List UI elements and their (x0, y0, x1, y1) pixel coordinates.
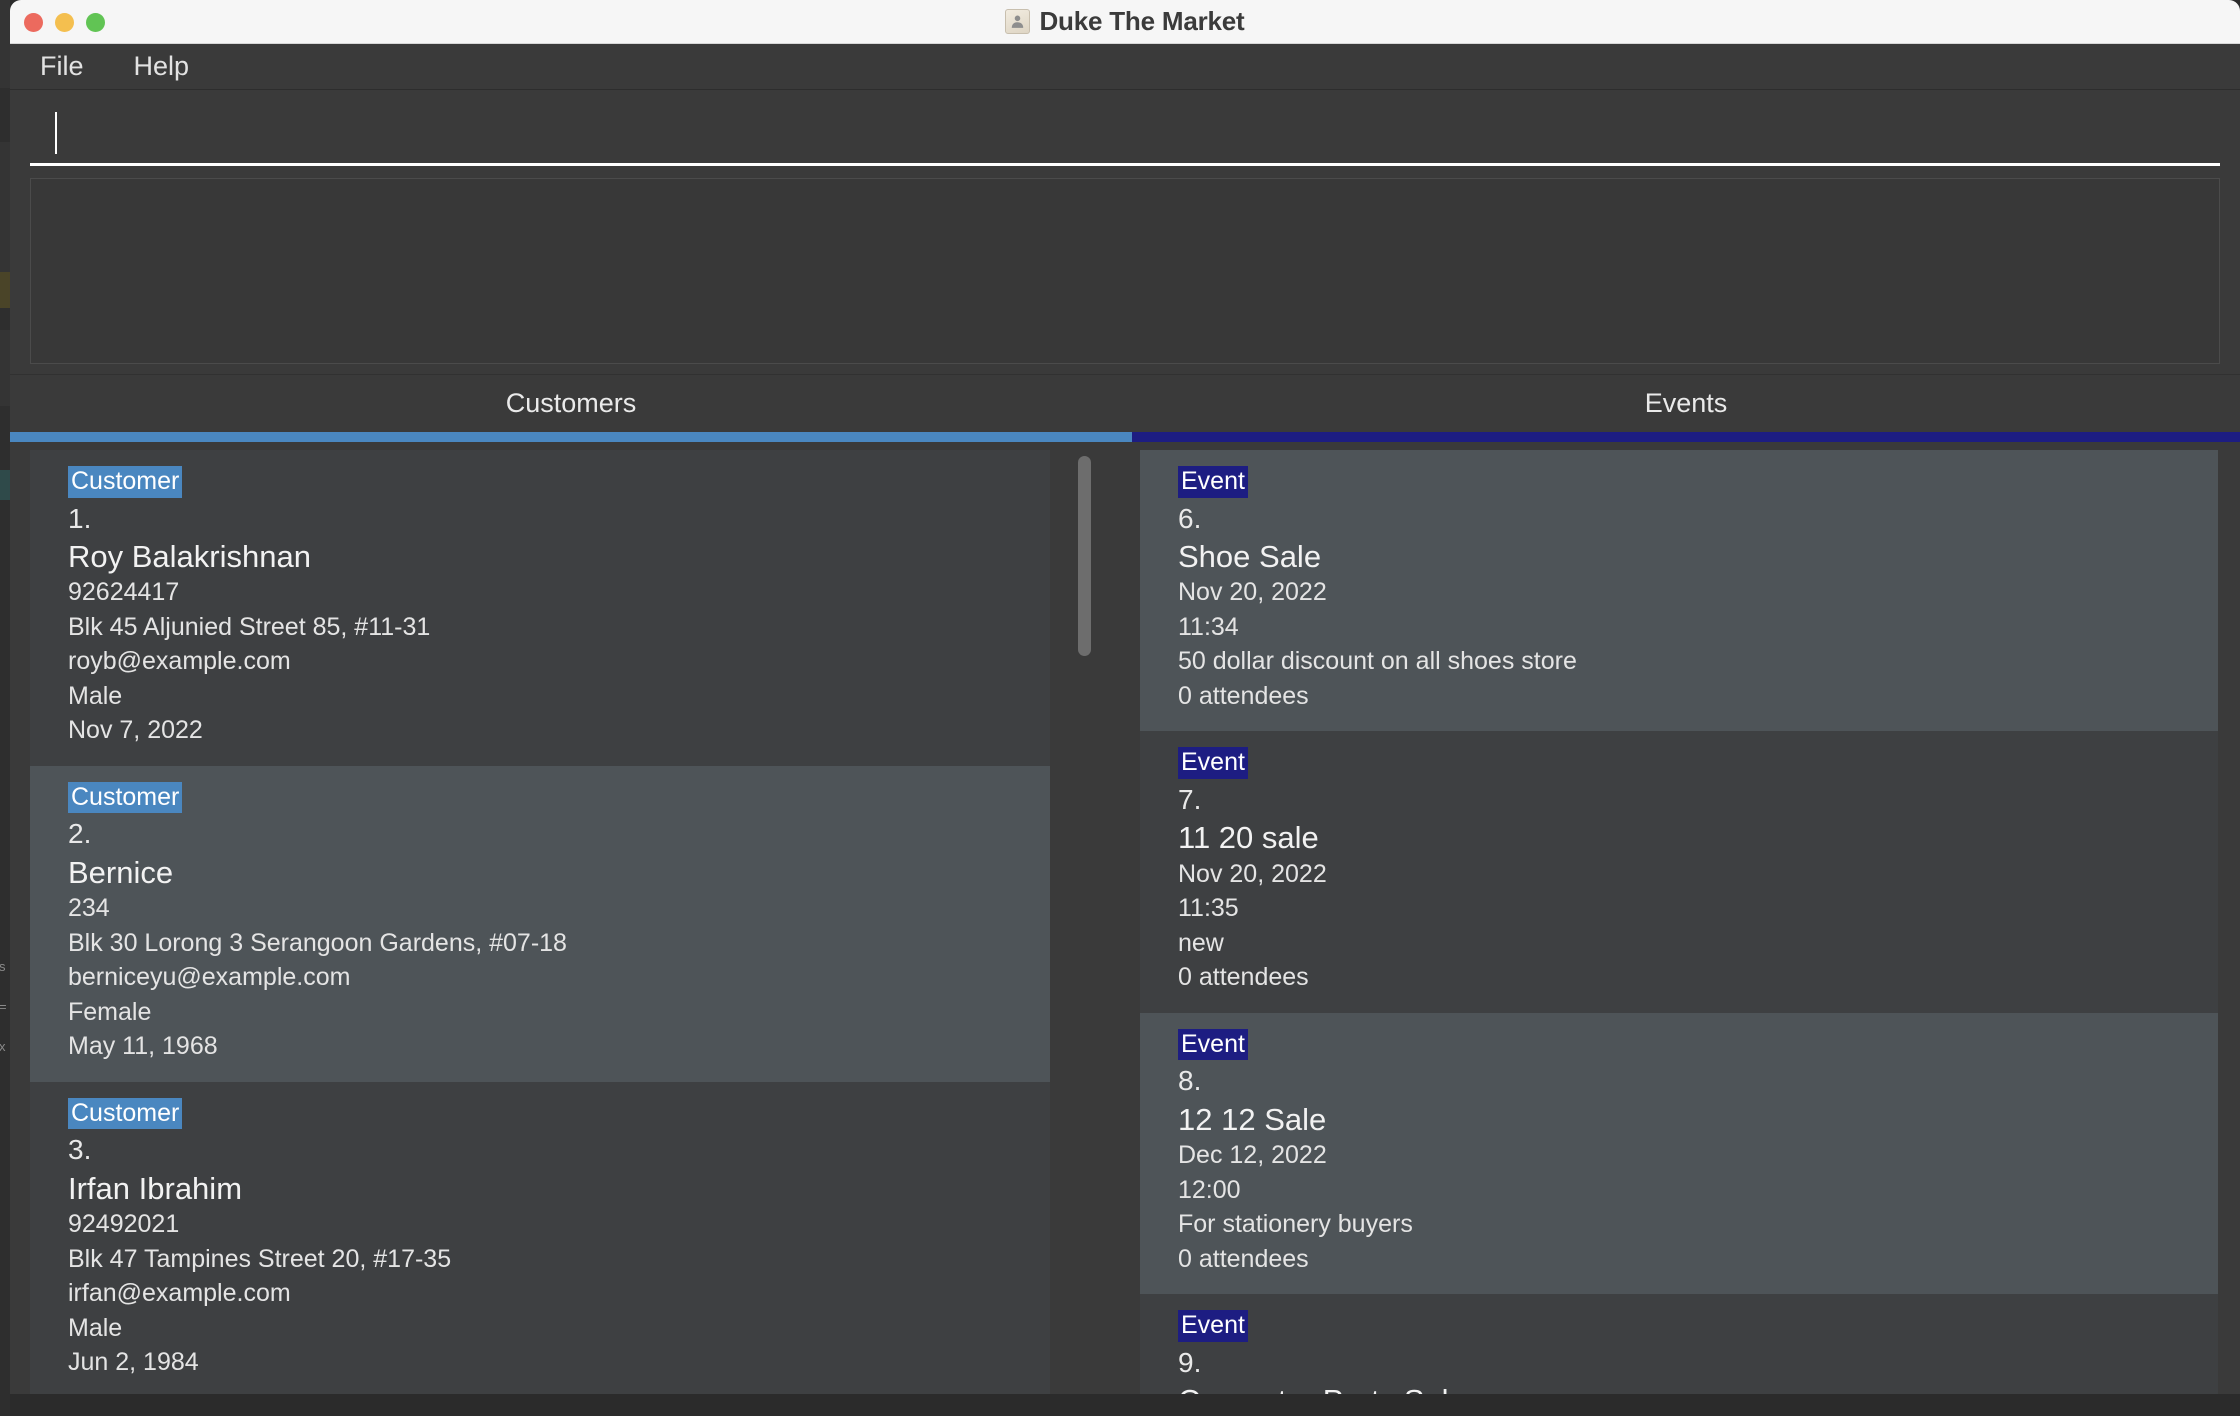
command-input-zone (10, 90, 2240, 166)
menu-bar: File Help (10, 44, 2240, 90)
event-index: 6. (1178, 502, 2218, 536)
customer-card[interactable]: Customer 1.Roy Balakrishnan92624417Blk 45… (30, 450, 1050, 766)
event-attendees: 0 attendees (1178, 1242, 2218, 1277)
traffic-light-buttons[interactable] (24, 0, 105, 44)
event-list[interactable]: Event6.Shoe SaleNov 20, 202211:3450 doll… (1122, 450, 2240, 1394)
event-attendees: 0 attendees (1178, 960, 2218, 995)
customer-phone: 92492021 (68, 1207, 1050, 1242)
window-title: Duke The Market (1039, 6, 1244, 37)
event-tag: Event (1178, 466, 1248, 498)
customer-gender: Male (68, 1311, 1050, 1346)
customer-address: Blk 30 Lorong 3 Serangoon Gardens, #07-1… (68, 926, 1050, 961)
customer-phone: 92624417 (68, 575, 1050, 610)
customer-date: May 11, 1968 (68, 1029, 1050, 1064)
customer-name: Roy Balakrishnan (68, 538, 1050, 576)
customer-list-scrollbar[interactable] (1074, 450, 1094, 1394)
tab-underline-events (1132, 432, 2240, 442)
customer-date: Jun 2, 1984 (68, 1345, 1050, 1380)
maximize-button[interactable] (86, 13, 105, 32)
menu-item-file[interactable]: File (28, 51, 96, 82)
tab-events[interactable]: Events (1132, 375, 2240, 432)
customer-tag: Customer (68, 466, 182, 498)
menu-item-help[interactable]: Help (122, 51, 202, 82)
customer-tag: Customer (68, 782, 182, 814)
customer-email: royb@example.com (68, 644, 1050, 679)
event-time: 12:00 (1178, 1173, 2218, 1208)
event-card[interactable]: Event 6.Shoe SaleNov 20, 202211:3450 doll… (1140, 450, 2218, 731)
customer-list[interactable]: Customer 1.Roy Balakrishnan92624417Blk 45… (10, 450, 1120, 1394)
content-area: Customer 1.Roy Balakrishnan92624417Blk 45… (10, 442, 2240, 1394)
app-window: Duke The Market File Help Customers Even… (10, 0, 2240, 1416)
text-caret (55, 112, 57, 154)
result-display-zone (10, 166, 2240, 374)
event-description: new (1178, 926, 2218, 961)
contact-card-icon (1005, 9, 1030, 34)
title-bar-center: Duke The Market (10, 6, 2240, 37)
event-index: 9. (1178, 1346, 2218, 1380)
minimize-button[interactable] (55, 13, 74, 32)
customer-list-scrollbar-thumb[interactable] (1078, 456, 1091, 656)
event-tag: Event (1178, 1029, 1248, 1061)
event-date: Dec 12, 2022 (1178, 1138, 2218, 1173)
event-date: Nov 20, 2022 (1178, 857, 2218, 892)
event-name: Computer Parts Sale (1178, 1382, 2218, 1394)
event-time: 11:34 (1178, 610, 2218, 645)
customer-name: Irfan Ibrahim (68, 1170, 1050, 1208)
tab-customers[interactable]: Customers (10, 375, 1132, 432)
event-card[interactable]: Event 9. Computer Parts Sale (1140, 1294, 2218, 1394)
event-card[interactable]: Event8.12 12 SaleDec 12, 202212:00For st… (1140, 1013, 2218, 1294)
result-display-text (31, 179, 2219, 199)
title-bar: Duke The Market (10, 0, 2240, 44)
tab-underline-customers (10, 432, 1132, 442)
customer-email: irfan@example.com (68, 1276, 1050, 1311)
result-display-box (30, 178, 2220, 364)
event-card[interactable]: Event 7.11 20 saleNov 20, 202211:35new0 a… (1140, 731, 2218, 1012)
close-button[interactable] (24, 13, 43, 32)
event-tag: Event (1178, 1310, 1248, 1342)
customer-index: 1. (68, 502, 1050, 536)
tab-underlines (10, 432, 2240, 442)
customer-card[interactable]: Customer2.Bernice234Blk 30 Lorong 3 Sera… (30, 766, 1050, 1082)
customer-phone: 234 (68, 891, 1050, 926)
customer-list-panel: Customer 1.Roy Balakrishnan92624417Blk 45… (10, 450, 1120, 1394)
customer-gender: Male (68, 679, 1050, 714)
tab-strip: Customers Events (10, 374, 2240, 432)
customer-email: berniceyu@example.com (68, 960, 1050, 995)
event-tag: Event (1178, 747, 1248, 779)
event-name: Shoe Sale (1178, 538, 2218, 576)
customer-index: 3. (68, 1133, 1050, 1167)
event-description: 50 dollar discount on all shoes store (1178, 644, 2218, 679)
event-time: 11:35 (1178, 891, 2218, 926)
customer-name: Bernice (68, 854, 1050, 892)
customer-address: Blk 45 Aljunied Street 85, #11-31 (68, 610, 1050, 645)
customer-gender: Female (68, 995, 1050, 1030)
event-index: 8. (1178, 1064, 2218, 1098)
customer-date: Nov 7, 2022 (68, 713, 1050, 748)
customer-tag: Customer (68, 1098, 182, 1130)
event-attendees: 0 attendees (1178, 679, 2218, 714)
event-list-panel: Event6.Shoe SaleNov 20, 202211:3450 doll… (1122, 450, 2240, 1394)
event-description: For stationery buyers (1178, 1207, 2218, 1242)
background-window-sliver: s = x (0, 0, 10, 1416)
command-input[interactable] (30, 104, 2220, 166)
event-index: 7. (1178, 783, 2218, 817)
customer-address: Blk 47 Tampines Street 20, #17-35 (68, 1242, 1050, 1277)
event-name: 12 12 Sale (1178, 1101, 2218, 1139)
event-name: 11 20 sale (1178, 819, 2218, 857)
event-date: Nov 20, 2022 (1178, 575, 2218, 610)
customer-index: 2. (68, 817, 1050, 851)
customer-card[interactable]: Customer3.Irfan Ibrahim92492021Blk 47 Ta… (30, 1082, 1050, 1394)
